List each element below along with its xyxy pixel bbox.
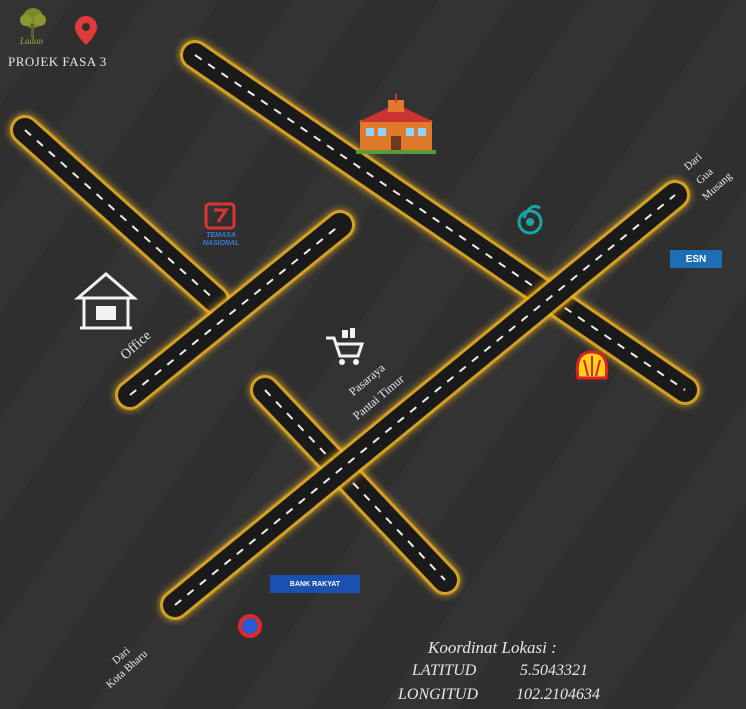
project-title: PROJEK FASA 3	[8, 54, 107, 69]
esn-logo-text: ESN	[685, 253, 707, 265]
logo-text: Ladan	[20, 36, 44, 46]
map-canvas	[0, 0, 746, 709]
longitude-value: 102.2104634	[516, 686, 600, 703]
shell-icon	[575, 350, 609, 380]
bank-rakyat-logo-text: BANK RAKYAT	[289, 580, 341, 588]
bank-rakyat-logo: BANK RAKYAT	[270, 575, 360, 593]
longitude-label: LONGITUD	[398, 686, 479, 703]
mr-diy-icon	[238, 614, 262, 638]
esn-logo: ESN	[670, 250, 722, 268]
coordinates-title: Koordinat Lokasi :	[428, 638, 557, 657]
latitude-value: 5.5043321	[520, 662, 588, 679]
latitude-label: LATITUD	[412, 662, 477, 679]
temasa-logo-text: TEMASA NASIONAL	[202, 232, 240, 247]
